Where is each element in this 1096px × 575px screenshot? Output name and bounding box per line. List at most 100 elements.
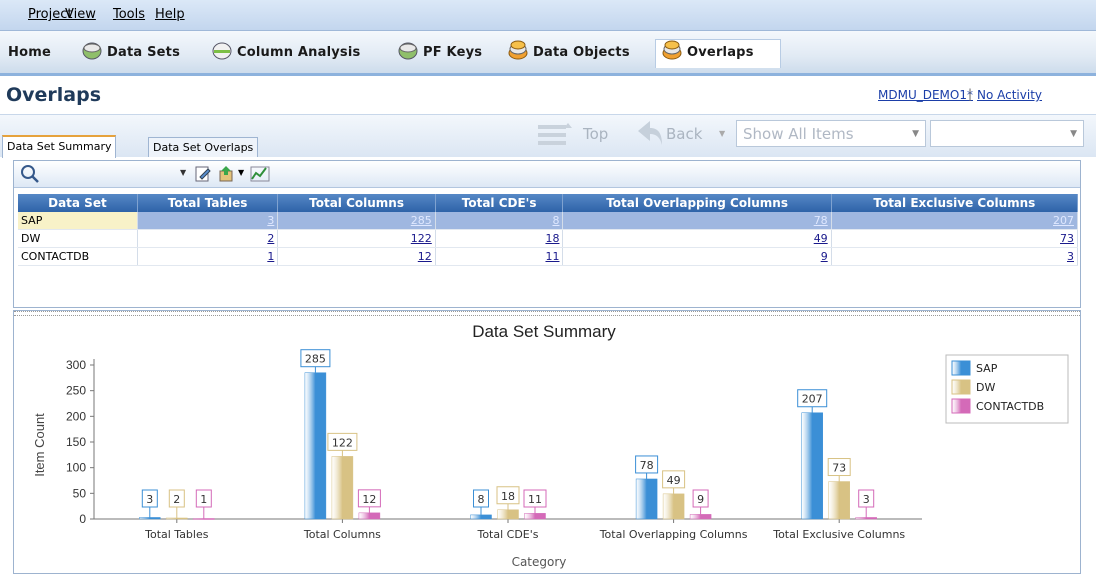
filter-chevron-icon: ▼	[912, 129, 919, 139]
cell-data-set: DW	[18, 229, 138, 248]
data-label: 49	[667, 474, 681, 487]
y-tick-label: 150	[66, 435, 86, 449]
filter-dropdown[interactable]: Show All Items ▼	[736, 120, 926, 147]
chart-legend: SAP DW CONTACTDB	[945, 354, 1069, 424]
cell-link[interactable]: 18	[545, 232, 559, 245]
page-header: Overlaps MDMU_DEMO1* | No Activity	[0, 76, 1096, 114]
legend-label: CONTACTDB	[976, 400, 1044, 413]
nav-data-objects[interactable]: Data Objects	[508, 40, 630, 66]
data-label: 12	[362, 493, 376, 506]
table-header-row: Data Set Total Tables Total Columns Tota…	[18, 194, 1079, 212]
menu-tools[interactable]: Tools	[113, 7, 145, 22]
nav-data-objects-label: Data Objects	[533, 45, 630, 60]
cell-link[interactable]: 12	[418, 250, 432, 263]
table-row[interactable]: SAP 3 285 8 78 207	[18, 212, 1079, 230]
nav-pf-keys-label: PF Keys	[423, 45, 483, 60]
chart-bar	[166, 517, 188, 520]
data-label: 18	[501, 490, 515, 503]
cell-link[interactable]: 11	[545, 250, 559, 263]
table-row[interactable]: CONTACTDB 1 12 11 9 3	[18, 247, 1079, 266]
cell-link[interactable]: 207	[1053, 214, 1074, 227]
export-dropdown-icon[interactable]: ▼	[238, 168, 244, 177]
col-header-total-tables[interactable]: Total Tables	[137, 194, 279, 212]
column-analysis-icon	[212, 42, 232, 60]
y-tick-label: 0	[79, 512, 86, 526]
tab-data-set-summary[interactable]: Data Set Summary	[2, 135, 117, 158]
cell-link[interactable]: 1	[267, 250, 274, 263]
chart-bar	[139, 517, 161, 520]
nav-pf-keys[interactable]: PF Keys	[398, 40, 482, 66]
col-header-total-cdes[interactable]: Total CDE's	[435, 194, 564, 212]
summary-table: Data Set Total Tables Total Columns Tota…	[18, 194, 1079, 266]
chart-bar	[358, 512, 381, 520]
y-tick-label: 300	[66, 358, 86, 372]
top-icon	[538, 123, 572, 145]
col-header-total-overlapping[interactable]: Total Overlapping Columns	[562, 194, 832, 212]
menu-help[interactable]: Help	[155, 7, 185, 22]
x-tick-label: Total Overlapping Columns	[599, 528, 748, 541]
chart-plot-area: 0 50 100 150 200 250 300 Total Tables 3 2 1 Total C…	[66, 349, 922, 541]
cell-data-set: CONTACTDB	[18, 247, 138, 266]
cell-link[interactable]: 49	[814, 232, 828, 245]
cell-link[interactable]: 8	[552, 214, 559, 227]
export-icon[interactable]	[218, 165, 236, 183]
data-label: 8	[478, 493, 485, 506]
x-tick-label: Total Columns	[303, 528, 381, 541]
col-header-total-exclusive[interactable]: Total Exclusive Columns	[831, 194, 1079, 212]
summary-chart-panel: Data Set Summary Item Count Category 0 50…	[13, 310, 1081, 574]
chart-bar	[331, 456, 354, 520]
legend-label: SAP	[976, 362, 998, 375]
back-button[interactable]: Back	[666, 125, 702, 143]
chart-bar	[524, 513, 546, 520]
data-objects-icon	[508, 40, 528, 60]
cell-link[interactable]: 73	[1060, 232, 1074, 245]
data-label: 78	[640, 459, 654, 472]
cell-link[interactable]: 3	[267, 214, 274, 227]
filter-dropdown-value: Show All Items	[743, 125, 854, 143]
chart-y-axis-label: Item Count	[32, 413, 47, 477]
chart-title: Data Set Summary	[472, 322, 616, 341]
x-tick-label: Total Exclusive Columns	[772, 528, 905, 541]
menu-bar: Project View Tools Help	[0, 0, 1096, 31]
legend-swatch	[951, 398, 971, 414]
secondary-dropdown[interactable]: ▼	[930, 120, 1084, 147]
search-dropdown-icon[interactable]: ▼	[180, 168, 186, 177]
col-header-data-set[interactable]: Data Set	[18, 194, 138, 212]
edit-icon[interactable]	[194, 165, 212, 183]
search-icon[interactable]	[20, 164, 40, 184]
nav-overlaps[interactable]: Overlaps	[655, 39, 781, 68]
data-label: 207	[802, 393, 823, 406]
nav-home[interactable]: Home	[8, 40, 51, 66]
chart-bar	[828, 481, 850, 520]
col-header-total-columns[interactable]: Total Columns	[277, 194, 436, 212]
x-tick-label: Total CDE's	[476, 528, 538, 541]
table-row[interactable]: DW 2 122 18 49 73	[18, 229, 1079, 248]
nav-home-label: Home	[8, 45, 51, 60]
back-dropdown-icon[interactable]: ▼	[719, 129, 725, 138]
cell-link[interactable]: 9	[821, 250, 828, 263]
cell-link[interactable]: 122	[411, 232, 432, 245]
summary-chart: Data Set Summary Item Count Category 0 50…	[32, 322, 1069, 569]
chart-toggle-icon[interactable]	[250, 165, 270, 183]
tab-data-set-overlaps[interactable]: Data Set Overlaps	[148, 137, 259, 157]
legend-label: DW	[976, 381, 995, 394]
pf-keys-icon	[398, 42, 418, 60]
project-link[interactable]: MDMU_DEMO1*	[878, 88, 973, 102]
data-label: 73	[832, 462, 846, 475]
cell-link[interactable]: 285	[411, 214, 432, 227]
top-button[interactable]: Top	[583, 125, 608, 143]
cell-link[interactable]: 78	[814, 214, 828, 227]
chart-bar	[689, 514, 712, 520]
nav-column-analysis[interactable]: Column Analysis	[212, 40, 360, 66]
header-separator: |	[968, 87, 973, 101]
menu-view[interactable]: View	[65, 7, 96, 22]
activity-link[interactable]: No Activity	[977, 88, 1042, 102]
chart-x-axis-label: Category	[512, 555, 567, 569]
back-arrow-icon	[638, 121, 662, 145]
summary-grid-panel: ▼ ▼ Data Set Total Tables Total Columns …	[13, 160, 1081, 308]
sub-tab-bar: Data Set Summary Data Set Overlaps Top B…	[0, 114, 1096, 158]
cell-link[interactable]: 3	[1067, 250, 1074, 263]
data-label: 285	[305, 353, 326, 366]
cell-link[interactable]: 2	[267, 232, 274, 245]
nav-data-sets[interactable]: Data Sets	[82, 40, 180, 66]
